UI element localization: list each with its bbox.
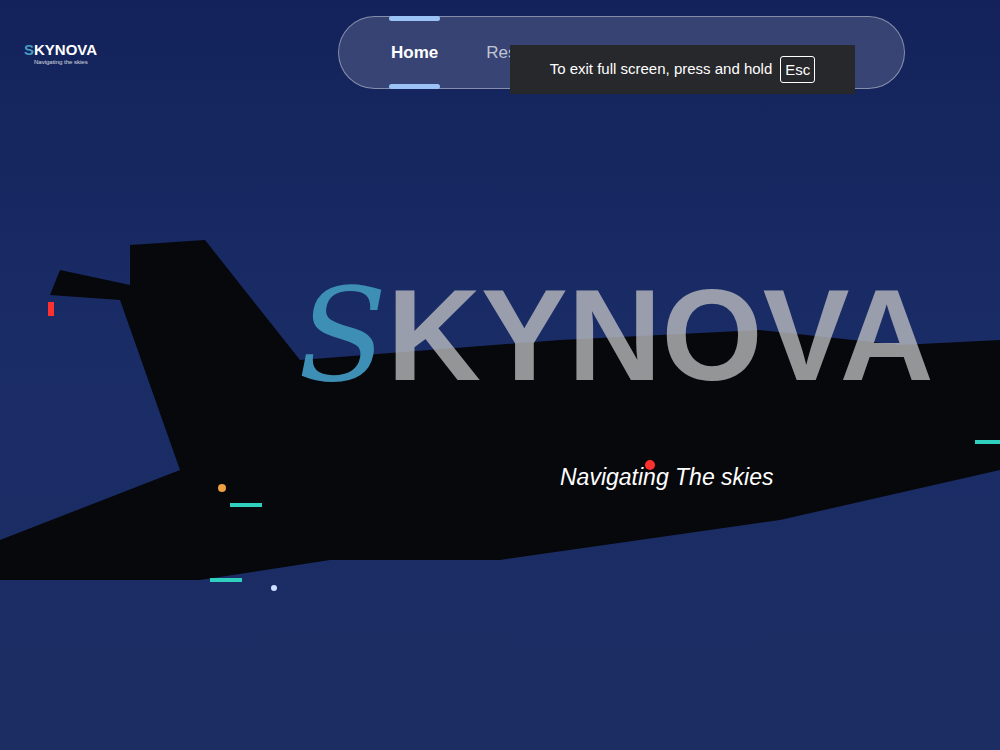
hero: SKYNOVA Navigating The skies bbox=[0, 270, 1000, 495]
active-indicator bbox=[389, 16, 440, 21]
page: SKYNOVA Navigating the skies HomeRes SKY… bbox=[0, 0, 1000, 750]
site-logo[interactable]: SKYNOVA Navigating the skies bbox=[24, 42, 97, 65]
logo-text: SKYNOVA bbox=[24, 42, 97, 57]
hero-title: SKYNOVA bbox=[298, 270, 1000, 400]
esc-key: Esc bbox=[780, 56, 815, 83]
hero-subtitle: Navigating The skies bbox=[560, 464, 774, 490]
notice-text: To exit full screen, press and hold bbox=[550, 58, 773, 81]
nav-item[interactable]: Home bbox=[391, 16, 438, 89]
nav-label: Home bbox=[391, 40, 438, 66]
logo-tagline: Navigating the skies bbox=[34, 59, 88, 65]
fullscreen-notice: To exit full screen, press and hold Esc bbox=[510, 45, 855, 94]
active-indicator bbox=[389, 84, 440, 89]
